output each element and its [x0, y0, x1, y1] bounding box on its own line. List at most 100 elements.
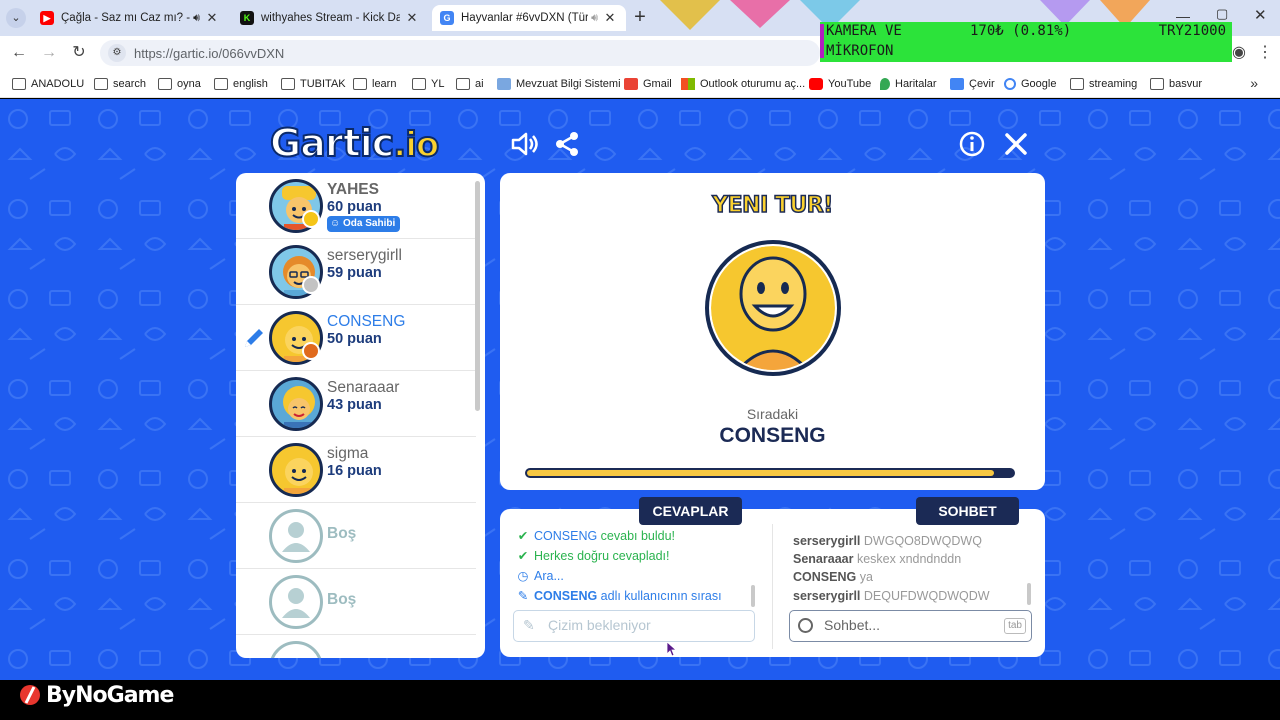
bookmark-label: oyna: [177, 78, 201, 90]
bookmark-folder[interactable]: ANADOLU: [12, 76, 84, 92]
gartic-logo: Gartic.io: [269, 120, 440, 166]
tab-answers[interactable]: CEVAPLAR: [639, 497, 742, 525]
gartic-favicon-icon: G: [440, 11, 454, 25]
tab-close-button[interactable]: ✕: [602, 10, 618, 26]
next-player-name: CONSENG: [719, 424, 826, 447]
bookmark-folder[interactable]: learn: [353, 76, 396, 92]
tab-close-button[interactable]: ✕: [204, 10, 220, 26]
tab-search-button[interactable]: ⌄: [6, 8, 26, 28]
folder-icon: [412, 78, 426, 90]
log-player-name: CONSENG: [534, 589, 598, 603]
more-bookmarks-icon[interactable]: »: [1250, 75, 1258, 91]
bookmark-folder[interactable]: streaming: [1070, 76, 1137, 92]
next-player-avatar: [705, 240, 841, 376]
bookmarks-bar: ANADOLU search oyna english TUBITAK lear…: [0, 70, 1280, 98]
answer-log-line: ✎ CONSENG adlı kullanıcının sırası: [516, 588, 722, 603]
player-points: 16 puan: [327, 463, 382, 479]
browser-menu-icon[interactable]: ⋮: [1254, 42, 1276, 64]
player-name: Boş: [327, 525, 357, 542]
bookmark-label: YL: [431, 78, 445, 90]
player-row: Senaraaar 43 puan: [236, 371, 476, 437]
bynogame-logo-icon: [20, 685, 40, 705]
answer-placeholder: Çizim bekleniyor: [548, 617, 651, 633]
bookmark-label: ai: [475, 78, 484, 90]
site-info-icon[interactable]: ⚙: [108, 44, 126, 62]
player-list-scrollbar[interactable]: [475, 181, 480, 411]
chat-text: DEQUFDWQDWQDW: [863, 589, 990, 603]
maximize-button[interactable]: ▢: [1216, 6, 1228, 22]
speaker-icon: 🔊︎: [591, 11, 598, 24]
browser-tab-gartic[interactable]: G Hayvanlar #6vvDXN (Türkçe 🔊︎ ✕: [432, 5, 626, 31]
back-button[interactable]: ←: [8, 42, 30, 64]
exit-icon[interactable]: [1001, 129, 1031, 159]
player-row: serserygirll 59 puan: [236, 239, 476, 305]
chat-scrollbar[interactable]: [1027, 583, 1031, 605]
browser-tab-youtube[interactable]: ▶ Çağla - Saz mı Caz mı? - You 🔊︎ ✕: [32, 5, 228, 31]
player-points: 59 puan: [327, 265, 382, 281]
new-tab-button[interactable]: +: [628, 6, 652, 30]
bookmark-link[interactable]: Çevir: [950, 76, 995, 92]
sound-icon[interactable]: [509, 129, 539, 159]
chat-input[interactable]: Sohbet... tab: [789, 610, 1032, 642]
player-row: sigma 16 puan: [236, 437, 476, 503]
gartic-game: Gartic.io YAHES 60 puan ☺ Oda Sahibi ser…: [0, 99, 1280, 680]
bookmark-link[interactable]: Mevzuat Bilgi Sistemi: [497, 76, 621, 92]
bookmark-link[interactable]: Gmail: [624, 76, 672, 92]
bookmark-folder[interactable]: ai: [456, 76, 484, 92]
empty-avatar-icon: [269, 509, 323, 563]
bookmark-link[interactable]: YouTube: [809, 76, 871, 92]
check-icon: ✔: [517, 549, 529, 563]
log-text: Herkes doğru cevapladı!: [534, 549, 670, 563]
youtube-favicon-icon: ▶: [40, 11, 54, 25]
next-label: Sıradaki: [746, 406, 799, 422]
status-dot: [302, 210, 320, 228]
forward-button[interactable]: →: [38, 42, 60, 64]
bookmark-label: Mevzuat Bilgi Sistemi: [516, 78, 621, 90]
reload-button[interactable]: ↻: [68, 42, 90, 64]
player-points: 50 puan: [327, 331, 382, 347]
answer-input[interactable]: ✎ Çizim bekleniyor: [513, 610, 755, 642]
player-name: Boş: [327, 591, 357, 608]
bookmark-folder[interactable]: search: [94, 76, 146, 92]
folder-icon: [12, 78, 26, 90]
folder-icon: [456, 78, 470, 90]
bookmark-folder[interactable]: english: [214, 76, 268, 92]
close-window-button[interactable]: ✕: [1254, 6, 1267, 24]
answers-scrollbar[interactable]: [751, 585, 755, 607]
bookmark-folder[interactable]: oyna: [158, 76, 201, 92]
folder-icon: [1070, 78, 1084, 90]
bookmark-label: Çevir: [969, 78, 995, 90]
bookmark-label: streaming: [1089, 78, 1138, 90]
folder-icon: [1150, 78, 1164, 90]
address-bar[interactable]: ⚙ https://gartic.io/066vvDXN: [100, 40, 820, 66]
info-icon[interactable]: [957, 129, 987, 159]
overlay-line-2: MİKROFON: [826, 43, 894, 59]
url-text: https://gartic.io/066vvDXN: [134, 45, 285, 61]
player-name: CONSENG: [327, 313, 406, 330]
bookmark-folder[interactable]: TUBITAK: [281, 76, 346, 92]
stream-goal-overlay: KAMERA VE MİKROFON 170₺ (0.81%) TRY21000: [820, 22, 1232, 62]
chat-message: Senaraaar keskex xndndnddn: [793, 552, 961, 566]
folder-icon: [281, 78, 295, 90]
tab-close-button[interactable]: ✕: [404, 10, 420, 26]
round-timer-bar: [525, 468, 1015, 478]
bookmark-link[interactable]: Google: [1004, 76, 1056, 92]
folder-icon: [94, 78, 108, 90]
bookmark-folder[interactable]: YL: [412, 76, 444, 92]
share-icon[interactable]: [552, 129, 582, 159]
watermark-text: ByNoGame: [46, 682, 174, 708]
log-player-name: CONSENG: [534, 529, 598, 543]
answer-log-line: ◷ Ara...: [516, 568, 564, 583]
tab-chat[interactable]: SOHBET: [916, 497, 1019, 525]
bookmark-label: Haritalar: [895, 78, 937, 90]
status-dot: [302, 276, 320, 294]
browser-tab-kick[interactable]: K withyahes Stream - Kick Dashb ✕: [232, 5, 428, 31]
bookmark-folder[interactable]: basvur: [1150, 76, 1202, 92]
bookmark-link[interactable]: Haritalar: [880, 76, 937, 92]
panel-divider: [772, 524, 773, 649]
bookmark-link[interactable]: Outlook oturumu aç...: [681, 76, 805, 92]
bookmark-label: ANADOLU: [31, 78, 85, 90]
folder-icon: [158, 78, 172, 90]
clock-icon: ◷: [517, 569, 529, 583]
answers-chat-panel: CEVAPLAR SOHBET ✔ CONSENG cevabı buldu! ✔…: [500, 497, 1045, 657]
